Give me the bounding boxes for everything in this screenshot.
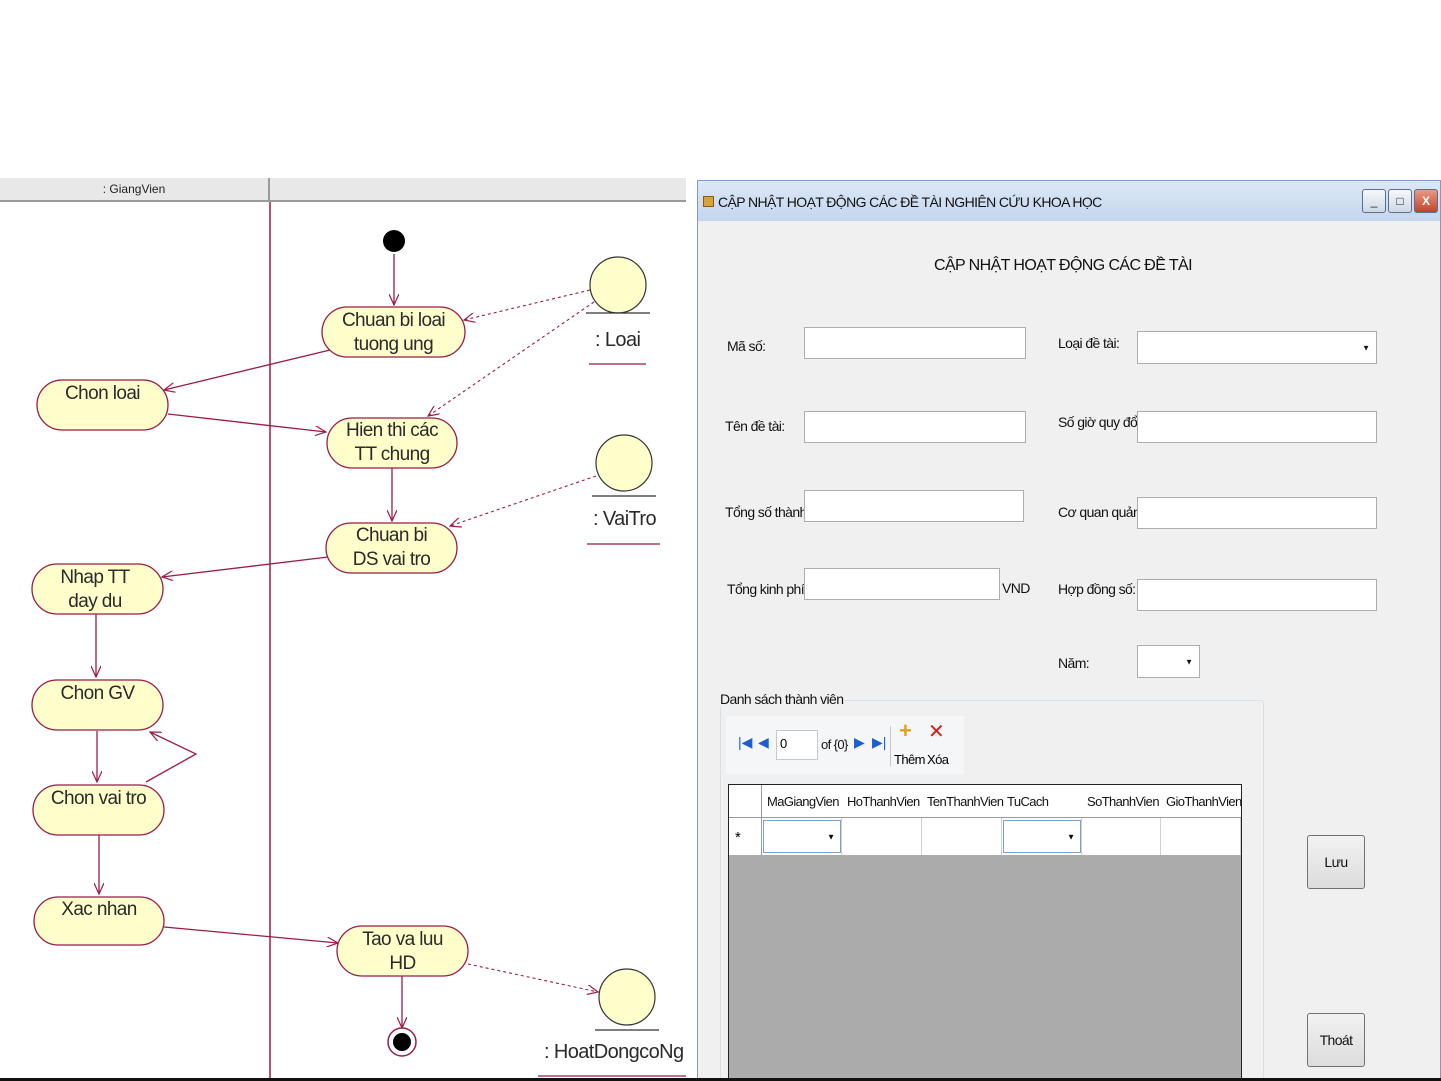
member-list-title: Danh sách thành viên — [718, 691, 846, 707]
save-button[interactable]: Lưu — [1307, 835, 1365, 889]
form-window: CẬP NHẬT HOẠT ĐỘNG CÁC ĐỀ TÀI NGHIÊN CỨU… — [697, 180, 1441, 1081]
chevron-down-icon: ▼ — [1362, 343, 1370, 352]
tu-cach-combo[interactable]: ▼ — [1003, 820, 1081, 853]
activity-nodes — [31, 306, 469, 977]
close-button[interactable]: X — [1414, 189, 1438, 213]
delete-button-label[interactable]: Xóa — [927, 752, 949, 767]
object-vaitro-circle — [595, 434, 653, 492]
activity-diagram: : GiangVien Chuan bi loai tuong ung Chon… — [0, 178, 686, 1081]
move-last-icon[interactable]: ▶| — [872, 734, 886, 751]
object-hoatdong-circle — [598, 968, 656, 1026]
object-label-vaitro: : VaiTro — [593, 508, 657, 530]
node-label-xac-nhan: Xac nhan — [61, 899, 137, 920]
loai-de-tai-select[interactable]: ▼ — [1137, 331, 1377, 364]
entity-objects — [586, 256, 659, 1031]
objflow-loai-to-chuan-bi-loai — [464, 289, 591, 320]
column-header[interactable]: HoThanhVien — [847, 794, 920, 809]
hop-dong-so-label: Hợp đồng số: — [1058, 581, 1136, 597]
flow-xac-nhan-to-tao-va-luu — [163, 926, 338, 943]
window-title: CẬP NHẬT HOẠT ĐỘNG CÁC ĐỀ TÀI NGHIÊN CỨU… — [718, 194, 1102, 210]
move-next-icon[interactable]: ▶ — [854, 734, 865, 751]
swimlane-header-separator — [268, 178, 270, 202]
ma-giang-vien-combo[interactable]: ▼ — [763, 820, 841, 853]
initial-node — [383, 230, 405, 252]
title-bar: CẬP NHẬT HOẠT ĐỘNG CÁC ĐỀ TÀI NGHIÊN CỨU… — [698, 181, 1440, 221]
tong-kinh-phi-label: Tổng kinh phí: — [727, 581, 808, 597]
loai-de-tai-label: Loại đề tài: — [1058, 335, 1120, 351]
minimize-button[interactable]: _ — [1362, 189, 1386, 213]
grid-new-row[interactable]: ▼ ▼ — [729, 818, 1241, 855]
grid-header-row: MaGiangVien HoThanhVien TenThanhVien TuC… — [729, 785, 1242, 818]
members-datagrid[interactable]: MaGiangVien HoThanhVien TenThanhVien TuC… — [728, 784, 1242, 1080]
ten-de-tai-input[interactable] — [804, 411, 1026, 443]
chevron-down-icon: ▼ — [827, 832, 835, 841]
tong-so-thanh-vien-input[interactable] — [804, 490, 1024, 522]
object-loai-circle — [589, 256, 647, 314]
flow-chon-loai-to-hien-thi — [167, 413, 326, 432]
grid-cell[interactable] — [842, 818, 922, 855]
record-count: of {0} — [821, 737, 848, 752]
move-first-icon[interactable]: |◀ — [738, 734, 752, 751]
object-label-loai: : Loai — [595, 329, 641, 351]
node-label-chon-loai: Chon loai — [65, 383, 140, 404]
move-previous-icon[interactable]: ◀ — [758, 734, 769, 751]
flow-chuan-bi-ds-to-nhap-tt — [162, 556, 329, 577]
ten-de-tai-label: Tên đề tài: — [725, 418, 785, 434]
delete-icon[interactable]: ✕ — [928, 719, 945, 744]
object-label-hoatdong: : HoatDongcoNg — [544, 1041, 684, 1063]
row-header-column: * — [729, 785, 762, 855]
add-button-label[interactable]: Thêm — [894, 752, 925, 767]
binding-navigator: |◀ ◀ 0 of {0} ▶ ▶| + Thêm ✕ Xóa — [726, 716, 964, 774]
ma-so-input[interactable] — [804, 327, 1026, 359]
nam-label: Năm: — [1058, 655, 1090, 671]
swimlane-label: : GiangVien — [102, 182, 166, 196]
exit-button[interactable]: Thoát — [1307, 1013, 1365, 1067]
position-input[interactable]: 0 — [776, 730, 818, 760]
node-label-chuan-bi-ds: Chuan bi DS vai tro — [352, 525, 431, 570]
new-row-marker: * — [735, 829, 741, 846]
node-label-nhap-tt: Nhap TT day du — [60, 567, 130, 612]
column-header[interactable]: MaGiangVien — [767, 794, 840, 809]
final-node-dot — [393, 1033, 411, 1051]
objflow-vaitro-to-chuan-bi-ds — [450, 475, 597, 526]
nam-select[interactable]: ▼ — [1137, 645, 1200, 678]
column-header[interactable]: GioThanhVien — [1166, 794, 1242, 809]
chevron-down-icon: ▼ — [1185, 657, 1193, 666]
chevron-down-icon: ▼ — [1067, 832, 1075, 841]
ma-so-label: Mã số: — [727, 338, 766, 354]
so-gio-quy-doi-input[interactable] — [1137, 411, 1377, 443]
grid-cell[interactable] — [922, 818, 1002, 855]
flow-chon-vai-tro-loop — [145, 732, 198, 783]
node-label-tao-va-luu: Tao va luu HD — [362, 929, 443, 974]
so-gio-quy-doi-label: Số giờ quy đổi: — [1058, 414, 1144, 430]
toolstrip-separator — [890, 726, 891, 766]
maximize-button[interactable]: □ — [1388, 189, 1412, 213]
hop-dong-so-input[interactable] — [1137, 579, 1377, 611]
object-flows — [428, 289, 598, 992]
objflow-tao-va-luu-to-hoatdong — [467, 963, 598, 992]
column-header[interactable]: SoThanhVien — [1087, 794, 1160, 809]
flow-chuan-bi-loai-to-chon-loai — [164, 349, 331, 390]
column-header[interactable]: TenThanhVien — [927, 794, 1004, 809]
node-label-chon-gv: Chon GV — [60, 683, 136, 704]
node-label-chon-vai-tro: Chon vai tro — [50, 788, 147, 809]
app-icon — [703, 196, 714, 207]
grid-cell[interactable] — [1082, 818, 1161, 855]
add-icon[interactable]: + — [899, 718, 912, 744]
tong-kinh-phi-input[interactable] — [804, 568, 1000, 600]
node-label-hien-thi: Hien thi các TT chung — [345, 420, 439, 465]
grid-cell[interactable] — [1161, 818, 1241, 855]
vnd-unit-label: VND — [1002, 580, 1030, 596]
column-header[interactable]: TuCach — [1007, 794, 1049, 809]
swimlane-header: : GiangVien — [0, 178, 686, 202]
co-quan-quan-ly-input[interactable] — [1137, 497, 1377, 529]
node-label-chuan-bi-loai: Chuan bi loai tuong ung — [341, 310, 446, 355]
form-heading: CẬP NHẬT HOẠT ĐỘNG CÁC ĐỀ TÀI — [934, 257, 1193, 274]
